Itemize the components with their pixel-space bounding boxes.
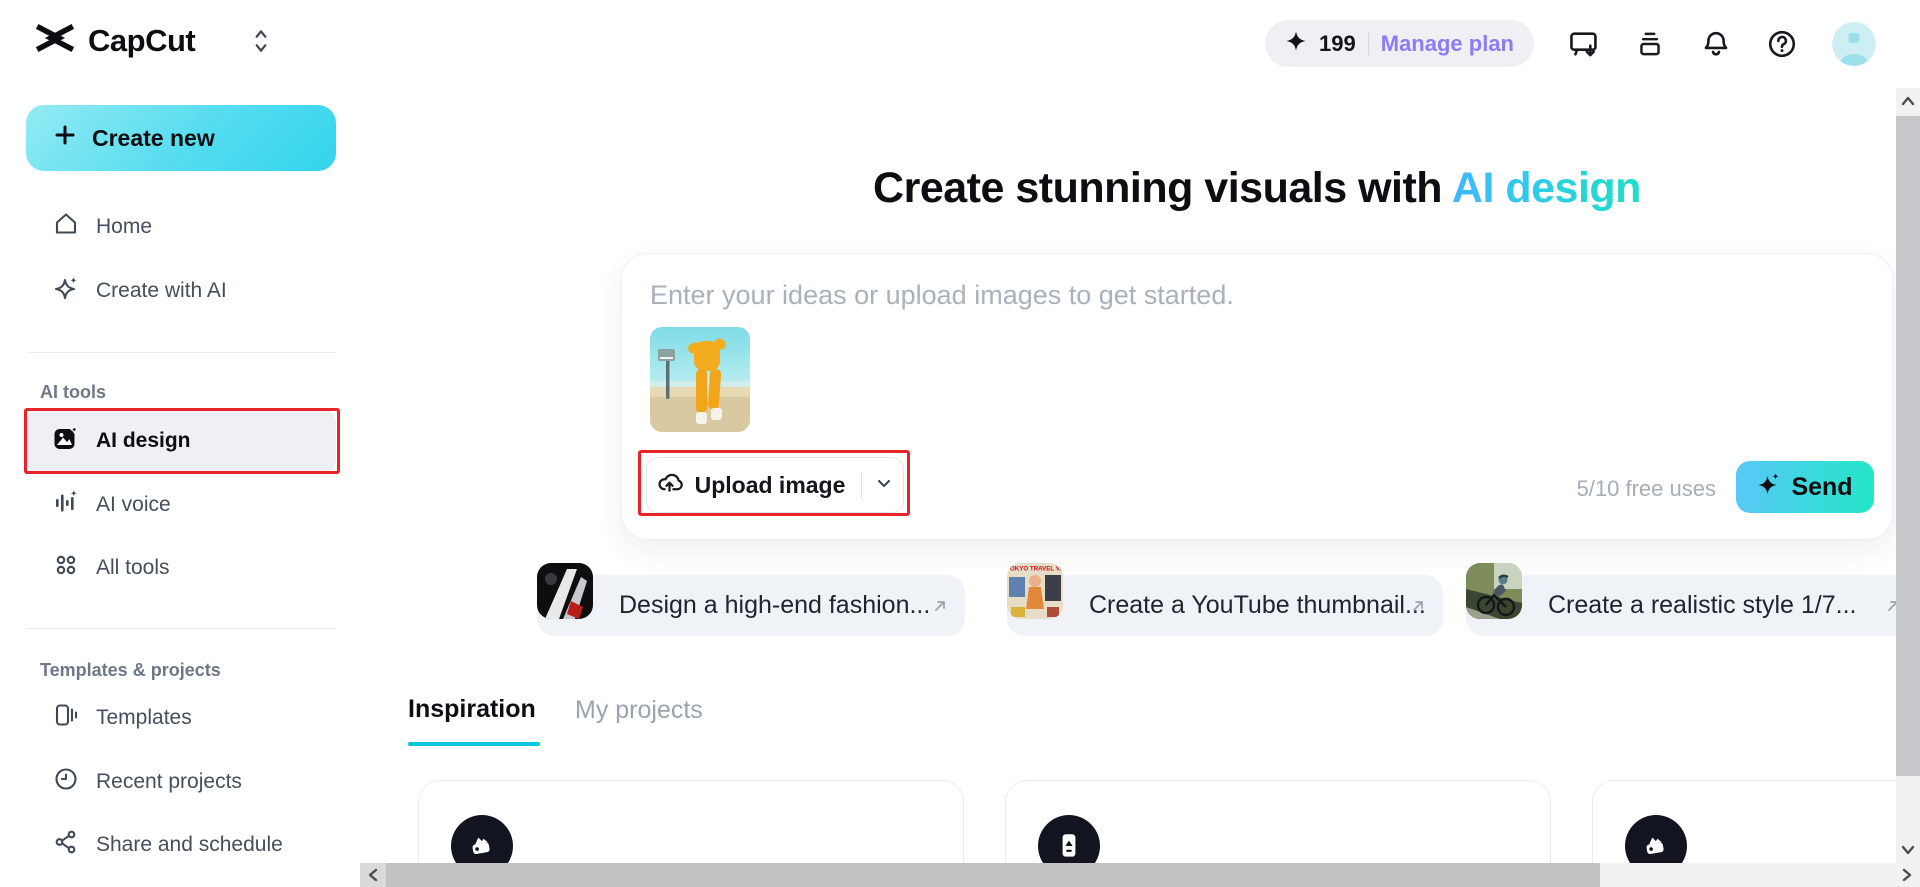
- all-tools-icon: [52, 551, 80, 585]
- create-new-label: Create new: [92, 125, 215, 152]
- svg-text:TOKYO TRAVEL VL: TOKYO TRAVEL VL: [1007, 566, 1063, 573]
- home-icon: [52, 210, 80, 244]
- clock-icon: [52, 765, 80, 799]
- youtube-thumbnail: TOKYO TRAVEL VL: [1007, 563, 1063, 619]
- send-label: Send: [1791, 473, 1852, 502]
- sidebar-item-label: Share and schedule: [96, 833, 283, 857]
- scroll-right-icon[interactable]: [1894, 863, 1920, 887]
- page-title-prefix: Create stunning visuals with: [873, 164, 1442, 212]
- upload-cloud-icon: [656, 469, 683, 501]
- page-title: Create stunning visuals with AI design: [621, 164, 1893, 213]
- sidebar-item-label: Create with AI: [96, 279, 227, 303]
- suggestion-chip-label: Design a high-end fashion...: [619, 591, 930, 620]
- upload-image-label: Upload image: [695, 472, 846, 499]
- free-uses-counter: 5/10 free uses: [1577, 476, 1716, 502]
- sidebar-item-label: Templates: [96, 706, 192, 730]
- sidebar-section-label: AI tools: [40, 382, 106, 403]
- scroll-left-icon[interactable]: [360, 863, 386, 887]
- horizontal-scrollbar[interactable]: [360, 863, 1920, 887]
- tab-inspiration[interactable]: Inspiration: [408, 695, 536, 724]
- send-sparkle-icon: [1757, 472, 1781, 503]
- vertical-scrollbar-thumb[interactable]: [1896, 116, 1920, 776]
- sidebar-item-templates[interactable]: Templates: [26, 693, 336, 743]
- prompt-composer[interactable]: Enter your ideas or upload images to get…: [621, 253, 1893, 540]
- upload-image-button[interactable]: Upload image: [646, 457, 904, 513]
- uploaded-image-thumbnail[interactable]: [650, 327, 750, 432]
- help-icon[interactable]: [1766, 28, 1798, 60]
- avatar[interactable]: [1832, 22, 1876, 66]
- topbar-actions: 199 Manage plan: [1265, 20, 1876, 67]
- sparkle-credits-icon: [1285, 30, 1307, 57]
- sidebar-item-label: All tools: [96, 556, 170, 580]
- cyclist-thumbnail: [1466, 563, 1522, 619]
- open-arrow-icon: [1409, 597, 1427, 620]
- capcut-logo-icon: [34, 22, 76, 59]
- plus-icon: [54, 124, 76, 152]
- templates-icon: [52, 701, 80, 735]
- sidebar: Create new Home Create with AI AI tools: [0, 86, 360, 887]
- topbar: CapCut 199 Manage plan: [0, 0, 1920, 86]
- ai-sparkle-icon: [52, 274, 80, 308]
- suggestion-chip-realistic[interactable]: Create a realistic style 1/7...: [1466, 575, 1918, 636]
- create-new-button[interactable]: Create new: [26, 105, 336, 171]
- upload-button-divider: [861, 472, 862, 498]
- sidebar-item-recent-projects[interactable]: Recent projects: [26, 757, 336, 807]
- sidebar-item-label: AI voice: [96, 493, 171, 517]
- chevron-down-icon[interactable]: [874, 473, 894, 498]
- active-tab-underline: [408, 742, 540, 746]
- sidebar-section-label: Templates & projects: [40, 660, 221, 681]
- prompt-placeholder[interactable]: Enter your ideas or upload images to get…: [650, 280, 1234, 311]
- tab-my-projects[interactable]: My projects: [575, 696, 703, 725]
- purchases-stack-icon[interactable]: [1634, 28, 1666, 60]
- suggestion-chip-label: Create a realistic style 1/7...: [1548, 591, 1856, 620]
- page-title-highlight: AI design: [1452, 164, 1641, 212]
- notifications-bell-icon[interactable]: [1700, 28, 1732, 60]
- download-desktop-icon[interactable]: [1568, 28, 1600, 60]
- sidebar-item-label: AI design: [96, 429, 191, 453]
- share-icon: [52, 828, 80, 862]
- sidebar-item-ai-design[interactable]: AI design: [26, 410, 336, 472]
- horizontal-scrollbar-thumb[interactable]: [386, 863, 1600, 887]
- brand[interactable]: CapCut: [34, 22, 269, 59]
- send-button[interactable]: Send: [1736, 461, 1874, 513]
- manage-plan-link[interactable]: Manage plan: [1381, 31, 1514, 57]
- sidebar-item-ai-voice[interactable]: AI voice: [26, 480, 336, 530]
- ai-design-icon: [52, 424, 80, 458]
- scroll-down-icon[interactable]: [1896, 837, 1920, 863]
- sidebar-item-label: Home: [96, 215, 152, 239]
- sidebar-divider: [26, 352, 336, 353]
- scroll-up-icon[interactable]: [1896, 88, 1920, 114]
- credits-count: 199: [1319, 31, 1356, 57]
- sidebar-item-label: Recent projects: [96, 770, 242, 794]
- ai-voice-icon: [52, 488, 80, 522]
- capcut-app: CapCut 199 Manage plan: [0, 0, 1920, 887]
- pill-divider: [1368, 33, 1369, 55]
- suggestion-chip-youtube[interactable]: TOKYO TRAVEL VL Create a YouTube thumbna…: [1007, 575, 1443, 636]
- sidebar-item-all-tools[interactable]: All tools: [26, 543, 336, 593]
- brand-wordmark: CapCut: [88, 23, 195, 59]
- fashion-thumbnail: [537, 563, 593, 619]
- open-arrow-icon: [931, 597, 949, 620]
- workspace-selector-icon[interactable]: [253, 27, 269, 55]
- suggestion-chip-label: Create a YouTube thumbnail...: [1089, 591, 1426, 620]
- credits-pill[interactable]: 199 Manage plan: [1265, 20, 1534, 67]
- sidebar-item-home[interactable]: Home: [26, 202, 336, 252]
- suggestion-chip-fashion[interactable]: Design a high-end fashion...: [537, 575, 965, 636]
- sidebar-item-create-with-ai[interactable]: Create with AI: [26, 266, 336, 316]
- vertical-scrollbar[interactable]: [1896, 88, 1920, 863]
- sidebar-divider: [26, 628, 336, 629]
- sidebar-item-share-and-schedule[interactable]: Share and schedule: [26, 820, 336, 870]
